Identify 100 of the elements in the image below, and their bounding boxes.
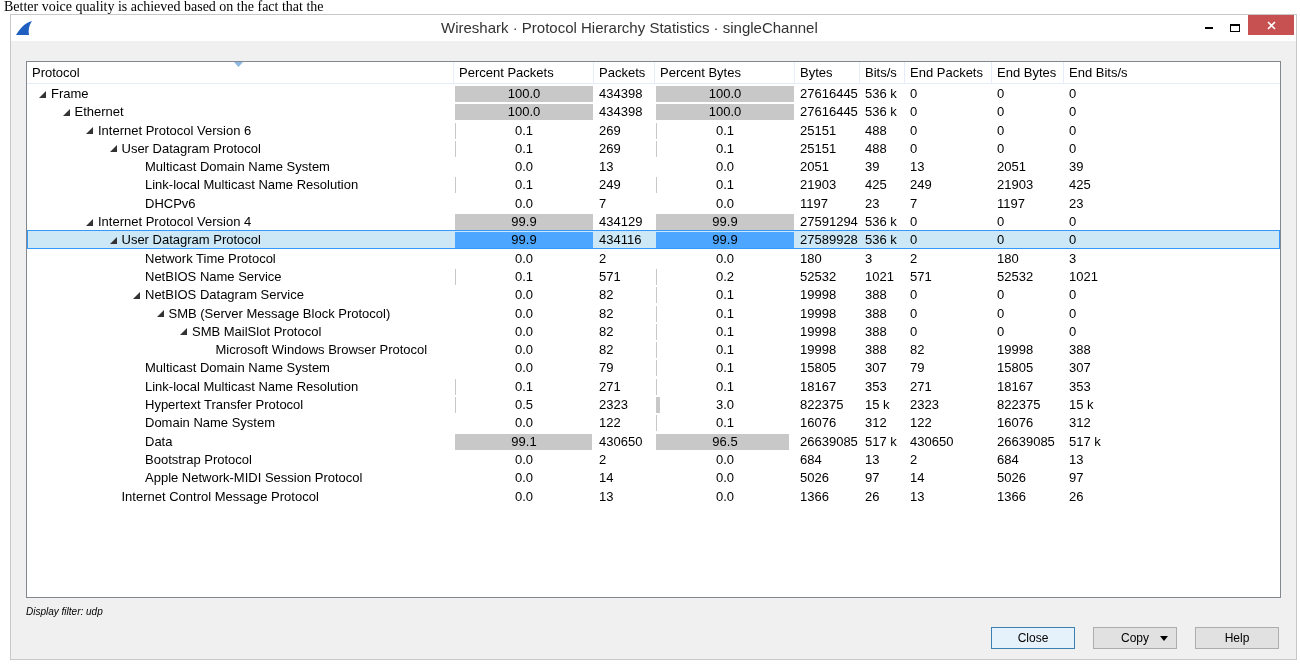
table-cell-text: 97 (1068, 469, 1085, 488)
protocol-name: Internet Protocol Version 6 (97, 121, 252, 140)
table-cell-text: 2051 (799, 158, 830, 177)
table-cell-text: 14 (909, 469, 926, 488)
table-cell-text: 19998 (799, 341, 838, 360)
table-row[interactable]: Internet Protocol Version 6 0.1 269 0.1 25151 488 0 0 0 (27, 120, 1280, 139)
table-cell-text: 0 (996, 213, 1006, 232)
table-cell-text: 536 k (864, 231, 898, 250)
table-row[interactable]: Ethernet 100.0 434398 100.0 27616445 536 k 0 0 0 (27, 102, 1280, 121)
close-icon (1266, 20, 1276, 30)
expanded-arrow-icon[interactable] (180, 328, 187, 336)
table-row[interactable]: Hypertext Transfer Protocol 0.5 2323 3.0 822375 15 k 2323 822375 15 k (27, 395, 1280, 414)
table-cell-text: 249 (909, 176, 933, 195)
table-row[interactable]: Internet Control Message Protocol 0.0 13 0.0 1366 26 13 1366 26 (27, 486, 1280, 505)
percent-value: 0.1 (715, 322, 735, 341)
document-text: Better voice quality is achieved based on the fact that the (4, 0, 324, 14)
column-header[interactable]: Percent Packets (453, 62, 593, 84)
table-row[interactable]: Data 99.1 430650 96.5 26639085 517 k 430650 26639085 517 k (27, 431, 1280, 450)
expanded-arrow-icon[interactable] (62, 108, 70, 116)
table-cell-text: 15805 (799, 359, 838, 378)
percent-value: 0.1 (715, 359, 735, 378)
protocol-name: Hypertext Transfer Protocol (144, 396, 304, 415)
column-header[interactable]: Packets (593, 62, 654, 84)
table-row[interactable]: SMB (Server Message Block Protocol) 0.0 82 0.1 19998 388 0 0 0 (27, 303, 1280, 322)
table-cell-text: 488 (864, 139, 888, 158)
percent-value: 0.5 (514, 396, 534, 415)
table-cell-text: 0 (909, 121, 919, 140)
percent-value: 0.0 (514, 341, 534, 360)
protocol-name: Internet Control Message Protocol (120, 487, 319, 506)
column-header[interactable]: Bits/s (859, 62, 904, 84)
expanded-arrow-icon[interactable] (156, 310, 164, 318)
table-row[interactable]: Domain Name System 0.0 122 0.1 16076 312 122 16076 312 (27, 413, 1280, 432)
table-row[interactable]: NetBIOS Datagram Service 0.0 82 0.1 19998 388 0 0 0 (27, 285, 1280, 304)
table-row[interactable]: Multicast Domain Name System 0.0 13 0.0 2051 39 13 2051 39 (27, 157, 1280, 176)
table-cell-text: 26 (864, 487, 881, 506)
table-row[interactable]: User Datagram Protocol 99.9 434116 99.9 27589928 536 k 0 0 0 (27, 230, 1280, 249)
table-cell-text: 312 (864, 414, 888, 433)
table-cell-text: 307 (1068, 359, 1092, 378)
table-row[interactable]: Frame 100.0 434398 100.0 27616445 536 k 0 0 0 (27, 84, 1280, 103)
table-cell-text: 0 (909, 85, 919, 103)
table-cell-text: 1366 (799, 487, 830, 506)
percent-value: 0.2 (715, 267, 735, 286)
table-cell-text: 26639085 (996, 432, 1056, 451)
copy-menu-button[interactable]: Copy (1093, 627, 1177, 649)
percent-value: 99.9 (712, 213, 738, 232)
table-row[interactable]: Link-local Multicast Name Resolution 0.1 271 0.1 18167 353 271 18167 353 (27, 376, 1280, 396)
expanded-arrow-icon[interactable] (86, 218, 93, 226)
column-header[interactable]: End Bytes (991, 62, 1063, 84)
percent-value: 0.0 (715, 194, 735, 213)
expanded-arrow-icon[interactable] (133, 291, 140, 299)
expanded-arrow-icon[interactable] (109, 236, 117, 244)
table-row[interactable]: Internet Protocol Version 4 99.9 434129 99.9 27591294 536 k 0 0 0 (27, 212, 1280, 231)
table-cell-text: 2 (598, 249, 608, 268)
percent-value: 100.0 (708, 85, 742, 103)
column-header[interactable]: Protocol (27, 62, 453, 84)
protocol-name: Domain Name System (144, 414, 276, 433)
expanded-arrow-icon[interactable] (109, 145, 117, 153)
table-cell-text: 3 (864, 249, 874, 268)
expanded-arrow-icon[interactable] (86, 127, 93, 135)
column-header[interactable]: Bytes (794, 62, 859, 84)
table-cell-text: 2323 (909, 396, 940, 415)
caret-icon (1160, 636, 1168, 641)
table-cell-text: 822375 (799, 396, 845, 415)
dialog-button[interactable]: Close (991, 627, 1075, 649)
table-row[interactable]: DHCPv6 0.0 7 0.0 1197 23 7 1197 23 (27, 193, 1280, 213)
column-header[interactable]: End Packets (904, 62, 991, 84)
percent-value: 0.0 (514, 304, 534, 323)
table-cell-text: 388 (864, 341, 888, 360)
protocol-name: Frame (50, 85, 89, 103)
table-row[interactable]: Apple Network-MIDI Session Protocol 0.0 14 0.0 5026 97 14 5026 97 (27, 468, 1280, 487)
percent-value: 0.0 (514, 487, 534, 506)
table-row[interactable]: NetBIOS Name Service 0.1 571 0.2 52532 1021 571 52532 1021 (27, 266, 1280, 286)
expanded-arrow-icon[interactable] (39, 90, 46, 98)
table-row[interactable]: SMB MailSlot Protocol 0.0 82 0.1 19998 388 0 0 0 (27, 321, 1280, 341)
column-header[interactable]: End Bits/s (1063, 62, 1280, 84)
table-cell-text: 434398 (598, 103, 644, 122)
protocol-name: Microsoft Windows Browser Protocol (214, 341, 428, 360)
protocol-name: SMB (Server Message Block Protocol) (167, 304, 391, 323)
column-header[interactable]: Percent Bytes (654, 62, 794, 84)
table-cell-text: 122 (909, 414, 933, 433)
percent-value: 0.1 (715, 176, 735, 195)
table-cell-text: 82 (598, 341, 615, 360)
table-row[interactable]: Microsoft Windows Browser Protocol 0.0 82 0.1 19998 388 82 19998 388 (27, 340, 1280, 359)
table-cell-text: 249 (598, 176, 622, 195)
table-cell-text: 2 (598, 450, 608, 469)
table-row[interactable]: Network Time Protocol 0.0 2 0.0 180 3 2 180 3 (27, 248, 1280, 267)
dialog-button[interactable]: Help (1195, 627, 1279, 649)
table-row[interactable]: Bootstrap Protocol 0.0 2 0.0 684 13 2 684 13 (27, 449, 1280, 469)
table-row[interactable]: Link-local Multicast Name Resolution 0.1 249 0.1 21903 425 249 21903 425 (27, 175, 1280, 194)
percent-value: 0.0 (715, 487, 735, 506)
protocol-name: Multicast Domain Name System (144, 359, 330, 378)
table-cell-text: 0 (996, 231, 1006, 250)
table-cell-text: 571 (909, 267, 933, 286)
percent-value: 0.1 (514, 176, 534, 195)
percent-value: 0.1 (514, 121, 534, 140)
table-row[interactable]: User Datagram Protocol 0.1 269 0.1 25151 488 0 0 0 (27, 138, 1280, 158)
percent-value: 0.1 (715, 286, 735, 305)
table-row[interactable]: Multicast Domain Name System 0.0 79 0.1 15805 307 79 15805 307 (27, 358, 1280, 377)
table-cell-text: 13 (598, 158, 615, 177)
table-cell-text: 0 (996, 304, 1006, 323)
